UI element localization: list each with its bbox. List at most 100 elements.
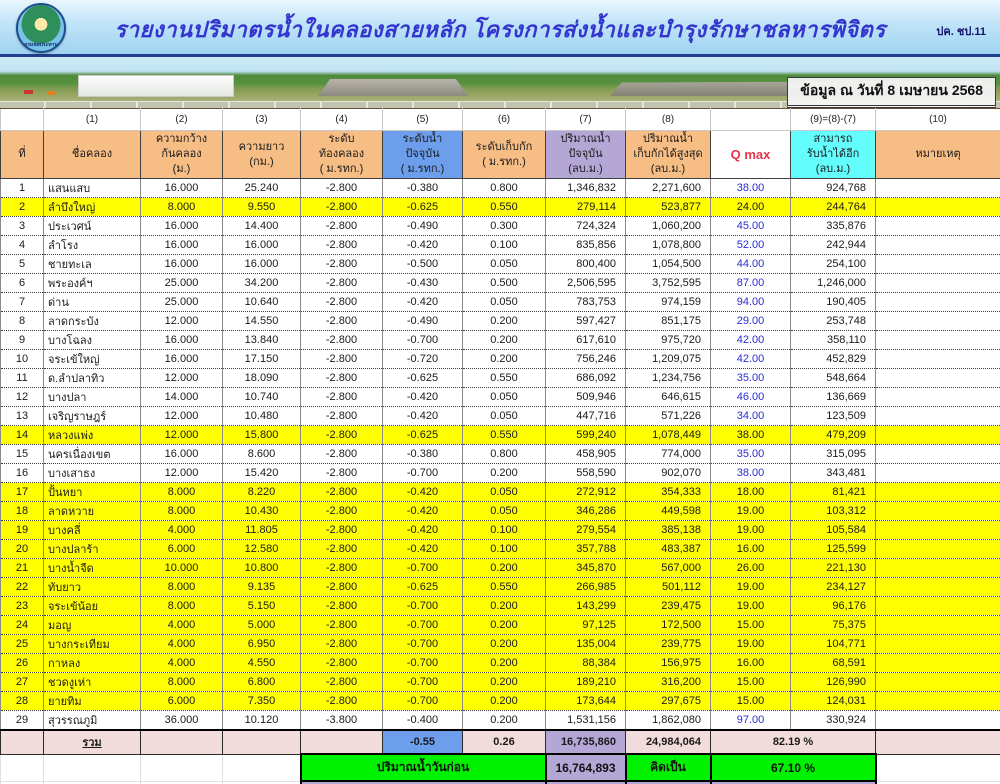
cell-bed-width: 25.000	[141, 274, 223, 293]
canal-row: 4 ลำโรง 16.000 16.000 -2.800 -0.420 0.10…	[1, 236, 1000, 255]
colnum: (5)	[383, 109, 463, 131]
header-length: ความยาว (กม.)	[223, 131, 301, 179]
canal-row: 12 บางปลา 14.000 10.740 -2.800 -0.420 0.…	[1, 388, 1000, 407]
cell-current-volume: 279,554	[546, 521, 626, 540]
cell-bed-width: 4.000	[141, 654, 223, 673]
cell-bed-level: -2.800	[301, 540, 383, 559]
canal-row: 8 ลาดกระบัง 12.000 14.550 -2.800 -0.490 …	[1, 312, 1000, 331]
canal-row: 16 บางเสาธง 12.000 15.420 -2.800 -0.700 …	[1, 464, 1000, 483]
cell-remaining-capacity: 104,771	[791, 635, 876, 654]
total-retention-level: 0.26	[463, 730, 546, 754]
cell-current-level: -0.720	[383, 350, 463, 369]
cell-canal-name: บางน้ำจืด	[44, 559, 141, 578]
cell-current-level: -0.420	[383, 293, 463, 312]
cell-current-level: -0.420	[383, 483, 463, 502]
cell-qmax: 38.00	[711, 179, 791, 198]
cell-bed-level: -2.800	[301, 559, 383, 578]
cell-remaining-capacity: 81,421	[791, 483, 876, 502]
colnum: (1)	[44, 109, 141, 131]
cell-bed-width: 14.000	[141, 388, 223, 407]
cell-index: 1	[1, 179, 44, 198]
cell-bed-level: -2.800	[301, 426, 383, 445]
column-header-row: ที่ ชื่อคลอง ความกว้าง ก้นคลอง (ม.) ความ…	[1, 131, 1000, 179]
cell-length: 34.200	[223, 274, 301, 293]
cell-remaining-capacity: 1,246,000	[791, 274, 876, 293]
cell-bed-width: 16.000	[141, 350, 223, 369]
cell-canal-name: จระเข้ใหญ่	[44, 350, 141, 369]
cell-note	[876, 426, 1000, 445]
cell-retention-level: 0.050	[463, 388, 546, 407]
previous-volume-value: 16,764,893	[546, 754, 626, 781]
header-retention-level: ระดับเก็บกัก ( ม.รทก.)	[463, 131, 546, 179]
cell-remaining-capacity: 75,375	[791, 616, 876, 635]
cell-length: 4.550	[223, 654, 301, 673]
cell-remaining-capacity: 103,312	[791, 502, 876, 521]
cell-empty	[44, 754, 141, 781]
cell-note	[876, 521, 1000, 540]
cell-retention-level: 0.200	[463, 692, 546, 711]
cell-retention-level: 0.200	[463, 616, 546, 635]
cell-current-level: -0.420	[383, 502, 463, 521]
cell-index: 22	[1, 578, 44, 597]
cell-qmax: 38.00	[711, 426, 791, 445]
cell-bed-level: -2.800	[301, 217, 383, 236]
cell-current-level: -0.700	[383, 692, 463, 711]
cell-max-volume: 975,720	[626, 331, 711, 350]
cell-retention-level: 0.200	[463, 597, 546, 616]
cell-qmax: 24.00	[711, 198, 791, 217]
canal-rows-body: 1 แสนแสบ 16.000 25.240 -2.800 -0.380 0.8…	[1, 179, 1000, 731]
cell-current-level: -0.500	[383, 255, 463, 274]
cell-length: 25.240	[223, 179, 301, 198]
cell-retention-level: 0.500	[463, 274, 546, 293]
canal-row: 20 บางปลาร้า 6.000 12.580 -2.800 -0.420 …	[1, 540, 1000, 559]
cell-length: 7.350	[223, 692, 301, 711]
cell-bed-level: -2.800	[301, 293, 383, 312]
canal-row: 26 กาหลง 4.000 4.550 -2.800 -0.700 0.200…	[1, 654, 1000, 673]
title-bar: กรมชลประทาน รายงานปริมาตรน้ำในคลองสายหลั…	[0, 0, 1000, 57]
cell-retention-level: 0.200	[463, 464, 546, 483]
cell-current-volume: 558,590	[546, 464, 626, 483]
cell-note	[876, 540, 1000, 559]
cell-retention-level: 0.300	[463, 217, 546, 236]
cell-bed-level: -3.800	[301, 711, 383, 731]
cell-current-volume: 143,299	[546, 597, 626, 616]
cell-qmax: 52.00	[711, 236, 791, 255]
cell-canal-name: สุวรรณภูมิ	[44, 711, 141, 731]
cell-retention-level: 0.200	[463, 559, 546, 578]
cell-bed-level: -2.800	[301, 597, 383, 616]
cell-bed-width: 4.000	[141, 635, 223, 654]
cell-canal-name: บางปลาร้า	[44, 540, 141, 559]
summary-body: รวม -0.55 0.26 16,735,860 24,984,064 82.…	[1, 730, 1000, 784]
cell-length: 8.220	[223, 483, 301, 502]
cell-index: 16	[1, 464, 44, 483]
cell-remaining-capacity: 124,031	[791, 692, 876, 711]
cell-retention-level: 0.550	[463, 578, 546, 597]
cell-canal-name: ลำโรง	[44, 236, 141, 255]
cell-empty	[876, 730, 1000, 754]
cell-current-level: -0.700	[383, 616, 463, 635]
cell-qmax: 44.00	[711, 255, 791, 274]
cell-qmax: 19.00	[711, 502, 791, 521]
cell-bed-width: 8.000	[141, 578, 223, 597]
photo-truck	[24, 90, 33, 94]
cell-retention-level: 0.200	[463, 635, 546, 654]
total-current-level: -0.55	[383, 730, 463, 754]
cell-length: 17.150	[223, 350, 301, 369]
cell-bed-level: -2.800	[301, 654, 383, 673]
canal-row: 22 ทับยาว 8.000 9.135 -2.800 -0.625 0.55…	[1, 578, 1000, 597]
cell-current-volume: 724,324	[546, 217, 626, 236]
cell-empty	[1, 754, 44, 781]
cell-current-level: -0.420	[383, 540, 463, 559]
cell-current-level: -0.625	[383, 426, 463, 445]
cell-note	[876, 198, 1000, 217]
cell-note	[876, 179, 1000, 198]
colnum: (3)	[223, 109, 301, 131]
cell-max-volume: 3,752,595	[626, 274, 711, 293]
cell-max-volume: 1,078,800	[626, 236, 711, 255]
cell-bed-level: -2.800	[301, 331, 383, 350]
cell-note	[876, 407, 1000, 426]
header-canal-name: ชื่อคลอง	[44, 131, 141, 179]
cell-bed-level: -2.800	[301, 407, 383, 426]
cell-empty	[301, 730, 383, 754]
cell-bed-level: -2.800	[301, 521, 383, 540]
